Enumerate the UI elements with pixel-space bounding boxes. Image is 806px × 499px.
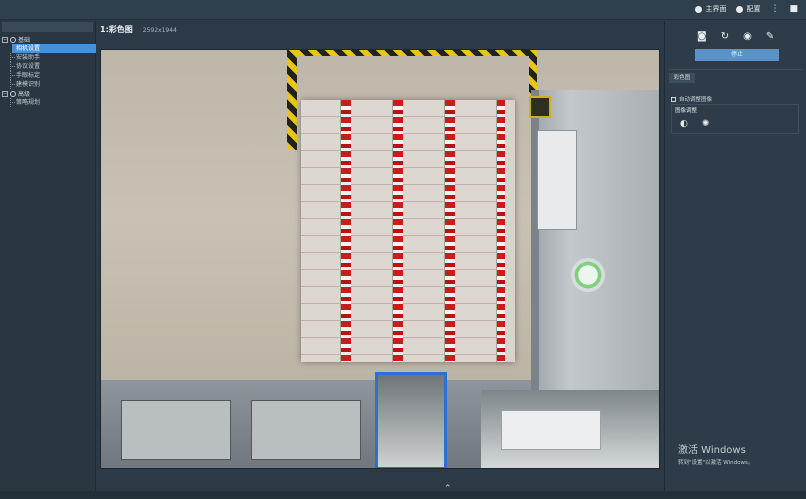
left-sidebar: − 基础 相机设置 安装助手 协议设置 手眼标定 建模识别 − 高级 策略规划 — [0, 21, 96, 491]
box-column — [301, 100, 341, 362]
box-pallet — [301, 100, 515, 362]
viewer-title-bar: 1:彩色图 2592x1944 — [100, 24, 177, 38]
conveyor-slot — [251, 400, 361, 460]
home-button[interactable]: 主界面 — [695, 4, 726, 14]
red-label-strip — [393, 100, 403, 362]
camera-image-view[interactable] — [100, 49, 660, 469]
sidebar-item-model-recognition[interactable]: 建模识别 — [2, 80, 93, 89]
robot-gripper — [571, 258, 605, 292]
image-adjust-icons: ◐ ✺ — [672, 115, 798, 133]
watermark-title: 激活 Windows — [678, 445, 746, 456]
collapse-toggle-icon[interactable]: − — [2, 90, 8, 97]
sidebar-item-protocol-settings[interactable]: 协议设置 — [2, 62, 93, 71]
tree-group-advanced[interactable]: − 高级 — [2, 89, 93, 98]
auto-adjust-checkbox[interactable]: 自动调整图像 — [671, 95, 712, 103]
image-adjust-group: 图像调整 ◐ ✺ — [671, 104, 799, 134]
top-bar-actions: 主界面 配置 ⋮ ■ — [695, 4, 798, 14]
conveyor-slot — [121, 400, 231, 460]
window-control-icon[interactable]: ■ — [789, 4, 798, 14]
collapse-toggle-icon[interactable]: − — [2, 36, 8, 43]
red-label-strip — [497, 100, 505, 362]
box-column — [403, 100, 445, 362]
tree-group-basic[interactable]: − 基础 — [2, 35, 93, 44]
brightness-icon[interactable]: ✺ — [702, 119, 710, 129]
stop-button[interactable]: 停止 — [695, 49, 779, 61]
navigation-tree: − 基础 相机设置 安装助手 协议设置 手眼标定 建模识别 − 高级 策略规划 — [0, 33, 96, 109]
right-panel: ◙ ↻ ◉ ✎ 停止 彩色图 自动调整图像 图像调整 ◐ ✺ — [664, 21, 806, 491]
bottom-bar — [0, 491, 806, 499]
image-adjust-title: 图像调整 — [675, 108, 698, 114]
divider — [669, 69, 803, 70]
image-resolution: 2592x1944 — [142, 27, 177, 34]
config-button[interactable]: 配置 — [736, 4, 760, 14]
red-label-strip — [445, 100, 455, 362]
camera-icon[interactable]: ◙ — [697, 31, 707, 42]
lower-right-station — [481, 390, 659, 468]
tree-group-label: 基础 — [18, 37, 31, 44]
tab-color-image[interactable]: 彩色图 — [669, 73, 695, 83]
sidebar-item-strategy-planning[interactable]: 策略规划 — [2, 98, 93, 107]
watermark-subtitle: 转到"设置"以激活 Windows。 — [678, 460, 754, 466]
machine-sensor — [529, 96, 551, 118]
hazard-stripe-left — [287, 50, 297, 150]
conveyor — [101, 380, 531, 468]
top-bar: 主界面 配置 ⋮ ■ — [0, 0, 806, 20]
machine-panel — [537, 130, 577, 230]
gear-icon — [10, 36, 16, 43]
contrast-icon[interactable]: ◐ — [680, 119, 688, 129]
red-label-strip — [341, 100, 351, 362]
brush-icon[interactable]: ✎ — [766, 31, 774, 42]
station-plate — [501, 410, 601, 450]
auto-adjust-label: 自动调整图像 — [679, 97, 713, 103]
checkbox-icon[interactable] — [671, 96, 676, 102]
viewer-title: 1:彩色图 — [100, 25, 133, 34]
windows-activation-watermark: 激活 Windows 转到"设置"以激活 Windows。 — [678, 441, 753, 466]
camera-toolbar: ◙ ↻ ◉ ✎ — [697, 31, 774, 42]
eye-icon[interactable]: ◉ — [743, 31, 752, 42]
blue-bin — [375, 372, 447, 468]
home-icon — [695, 5, 703, 13]
tree-group-label: 高级 — [18, 91, 31, 98]
gear-icon — [10, 90, 16, 97]
home-label: 主界面 — [705, 5, 727, 13]
box-column — [351, 100, 393, 362]
hazard-stripe-top — [297, 50, 529, 56]
refresh-icon[interactable]: ↻ — [721, 31, 729, 42]
config-icon — [736, 5, 744, 13]
sidebar-item-hand-eye-calibration[interactable]: 手眼标定 — [2, 71, 93, 80]
robot-machinery — [529, 90, 659, 430]
box-column — [455, 100, 497, 362]
sidebar-item-camera-settings[interactable]: 相机设置 — [12, 44, 96, 53]
more-menu-icon[interactable]: ⋮ — [770, 4, 779, 14]
sidebar-header — [2, 22, 93, 32]
config-label: 配置 — [746, 5, 761, 13]
sidebar-item-install-assistant[interactable]: 安装助手 — [2, 53, 93, 62]
